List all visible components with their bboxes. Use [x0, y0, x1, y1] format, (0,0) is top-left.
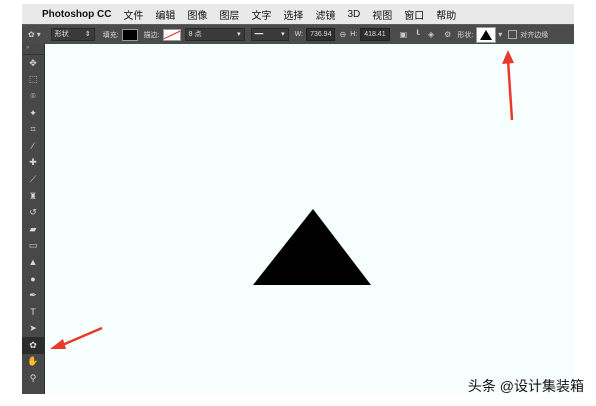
zoom-tool-icon[interactable]: ⚲	[22, 370, 44, 387]
stroke-swatch[interactable]	[162, 28, 181, 41]
tools-panel: » ✥ ⬚ ⌾ ✦ ⌗ ⁄ ✚ ⟋ ♜ ↺ ▰ ▭ ▲ ● ✒ T ➤ ✿ ✋ …	[22, 44, 45, 394]
menu-image[interactable]: 图像	[187, 7, 207, 22]
clone-stamp-tool-icon[interactable]: ♜	[22, 188, 44, 205]
path-operations-icon[interactable]: ▣	[400, 30, 408, 39]
chevron-down-icon: ▾	[237, 31, 241, 38]
menu-3d[interactable]: 3D	[347, 9, 360, 20]
fill-label: 填充:	[102, 31, 119, 39]
chevron-down-icon[interactable]: ▾	[498, 30, 502, 39]
stroke-width-field[interactable]: 8 点 ▾	[184, 28, 245, 41]
link-icon[interactable]: ⊖	[339, 30, 346, 39]
menu-edit[interactable]: 编辑	[155, 7, 175, 22]
triangle-shape-icon	[480, 29, 493, 40]
align-edges-checkbox[interactable]	[508, 30, 518, 39]
triangle-shape	[253, 209, 371, 285]
fill-swatch[interactable]	[121, 28, 138, 41]
watermark: 头条 @设计集装箱	[467, 378, 584, 394]
gradient-tool-icon[interactable]: ▭	[22, 238, 44, 255]
move-tool-icon[interactable]: ✥	[22, 55, 44, 72]
stroke-width-value: 8 点	[188, 31, 202, 38]
chevron-down-icon[interactable]: ▾	[37, 30, 41, 39]
history-brush-tool-icon[interactable]: ↺	[22, 204, 44, 221]
dodge-tool-icon[interactable]: ●	[22, 271, 44, 288]
gear-icon[interactable]: ⚙	[444, 30, 451, 39]
menu-select[interactable]: 选择	[283, 7, 303, 22]
updown-icon: ⇕	[84, 31, 91, 38]
tool-mode-value: 形状	[54, 31, 69, 38]
menu-layer[interactable]: 图层	[219, 7, 239, 22]
custom-shape-tool-icon[interactable]: ✿	[22, 337, 44, 354]
path-selection-tool-icon[interactable]: ➤	[22, 321, 44, 338]
menu-type[interactable]: 文字	[251, 7, 271, 22]
magic-wand-tool-icon[interactable]: ✦	[22, 105, 44, 122]
eyedropper-tool-icon[interactable]: ⁄	[22, 138, 44, 155]
height-input[interactable]: 418.41	[360, 28, 390, 41]
blur-tool-icon[interactable]: ▲	[22, 254, 44, 271]
crop-tool-icon[interactable]: ⌗	[22, 121, 44, 138]
path-alignment-icon[interactable]: ┖	[415, 30, 420, 39]
shape-picker[interactable]	[476, 26, 497, 43]
align-edges-label: 对齐边缘	[520, 31, 549, 39]
panel-grip-icon[interactable]: »	[22, 44, 44, 55]
annotation-arrow-left	[50, 326, 103, 349]
path-arrangement-icon[interactable]: ◈	[428, 30, 434, 39]
annotation-arrow-up	[502, 50, 514, 121]
menu-help[interactable]: 帮助	[436, 7, 456, 22]
shape-label: 形状:	[457, 31, 474, 39]
marquee-tool-icon[interactable]: ⬚	[22, 72, 44, 89]
menu-filter[interactable]: 滤镜	[315, 7, 335, 22]
options-bar: ✿ ▾ 形状 ⇕ 填充: 描边: 8 点 ▾ ━━ ▾ W: 736.94 ⊖ …	[22, 24, 574, 45]
menu-bar: Photoshop CC 文件 编辑 图像 图层 文字 选择 滤镜 3D 视图 …	[22, 4, 574, 24]
healing-brush-tool-icon[interactable]: ✚	[22, 155, 44, 172]
chevron-down-icon: ▾	[281, 31, 285, 38]
tool-mode-select[interactable]: 形状 ⇕	[50, 28, 95, 41]
eraser-tool-icon[interactable]: ▰	[22, 221, 44, 238]
brush-tool-icon[interactable]: ⟋	[22, 171, 44, 188]
width-input[interactable]: 736.94	[306, 28, 336, 41]
stroke-line-icon: ━━	[254, 31, 264, 38]
stroke-type-select[interactable]: ━━ ▾	[250, 28, 289, 41]
width-label: W:	[294, 31, 304, 38]
menu-view[interactable]: 视图	[372, 7, 392, 22]
pen-tool-icon[interactable]: ✒	[22, 287, 44, 304]
custom-shape-preset-icon[interactable]: ✿	[28, 30, 35, 39]
lasso-tool-icon[interactable]: ⌾	[22, 88, 44, 105]
stroke-label: 描边:	[143, 31, 160, 39]
type-tool-icon[interactable]: T	[22, 304, 44, 321]
height-label: H:	[350, 31, 358, 38]
menu-window[interactable]: 窗口	[404, 7, 424, 22]
menu-file[interactable]: 文件	[123, 7, 143, 22]
app-menu[interactable]: Photoshop CC	[42, 9, 111, 20]
hand-tool-icon[interactable]: ✋	[22, 354, 44, 371]
